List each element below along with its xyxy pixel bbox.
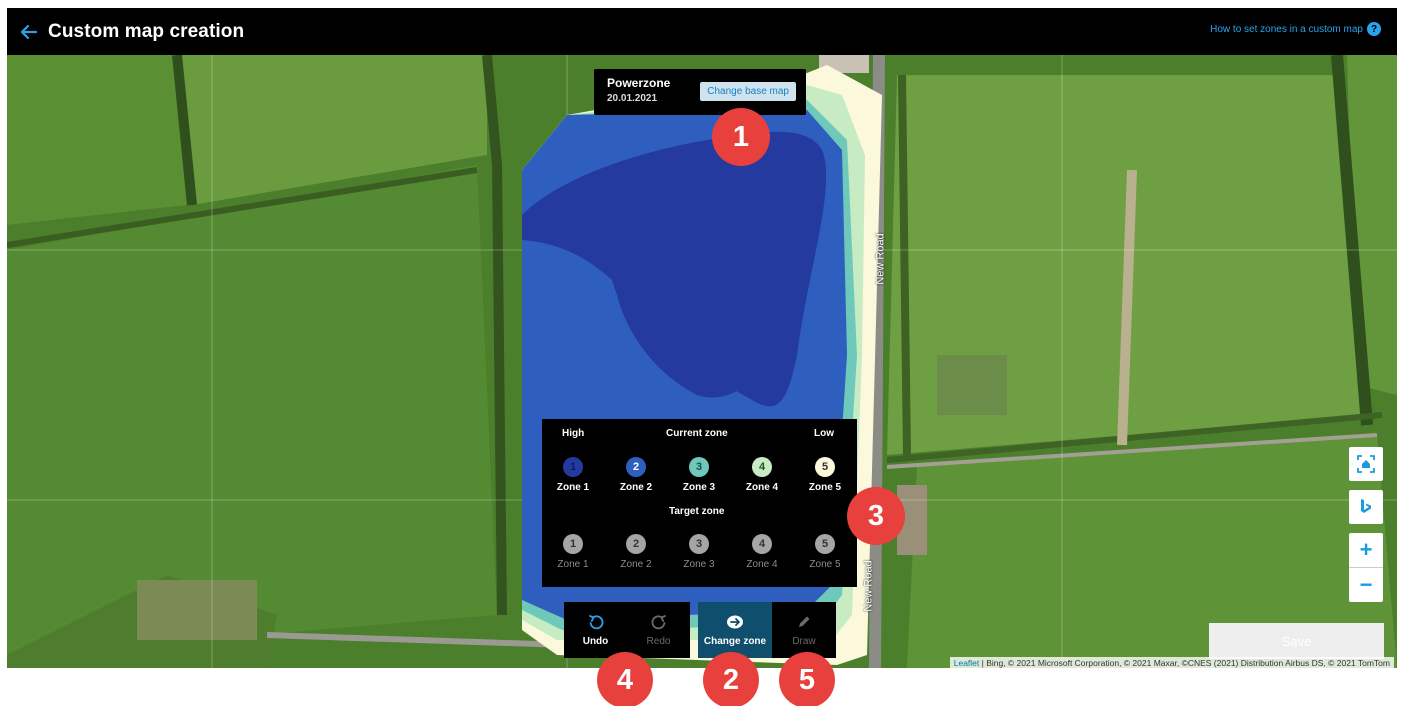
draw-label: Draw <box>792 635 816 647</box>
road-label: New Road <box>862 560 875 612</box>
current-zone-5[interactable]: 5 Zone 5 <box>800 457 850 493</box>
target-zone-4-label: Zone 4 <box>746 559 778 570</box>
attribution-text: | Bing, © 2021 Microsoft Corporation, © … <box>979 658 1390 668</box>
bing-icon <box>1361 499 1371 513</box>
callout-marker-4: 4 <box>597 652 653 706</box>
undo-button[interactable]: Undo <box>564 602 627 658</box>
callout-marker-3: 3 <box>847 487 905 545</box>
change-zone-icon <box>727 615 743 628</box>
target-zone-3-swatch: 3 <box>689 534 709 554</box>
current-zone-2[interactable]: 2 Zone 2 <box>611 457 661 493</box>
target-zone-4-swatch: 4 <box>752 534 772 554</box>
current-zone-1[interactable]: 1 Zone 1 <box>548 457 598 493</box>
save-button[interactable]: Save <box>1209 623 1384 659</box>
zone-3-label: Zone 3 <box>682 482 716 493</box>
tools-group: Change zone Draw <box>698 602 836 658</box>
zone-1-swatch: 1 <box>563 457 583 477</box>
bing-layer-button[interactable] <box>1349 490 1383 524</box>
locate-home-button[interactable] <box>1349 447 1383 481</box>
arrow-left-icon <box>20 24 38 39</box>
target-zone-row: 1 Zone 1 2 Zone 2 3 Zone 3 4 Zone 4 5 Zo… <box>542 534 857 574</box>
page-title: Custom map creation <box>48 20 245 42</box>
target-zone-2-swatch: 2 <box>626 534 646 554</box>
zone-2-label: Zone 2 <box>619 482 653 493</box>
target-zone-3[interactable]: 3 Zone 3 <box>674 534 724 570</box>
target-zone-1-swatch: 1 <box>563 534 583 554</box>
change-zone-label: Change zone <box>703 635 767 647</box>
back-button[interactable] <box>17 20 41 44</box>
map-view[interactable]: New Road New Road Powerzone 20.01.2021 C… <box>7 55 1397 668</box>
zone-panel: High Current zone Low 1 Zone 1 2 Zone 2 … <box>542 419 857 587</box>
low-label: Low <box>814 428 834 439</box>
target-zone-1-label: Zone 1 <box>557 559 589 570</box>
target-zone-2-label: Zone 2 <box>620 559 652 570</box>
app-root: Custom map creation How to set zones in … <box>0 0 1405 706</box>
locate-home-icon <box>1357 455 1375 473</box>
zone-4-label: Zone 4 <box>745 482 779 493</box>
history-group: Undo Redo <box>564 602 690 658</box>
redo-button[interactable]: Redo <box>627 602 690 658</box>
redo-label: Redo <box>646 635 671 647</box>
zone-3-swatch: 3 <box>689 457 709 477</box>
current-zone-3[interactable]: 3 Zone 3 <box>674 457 724 493</box>
zone-4-swatch: 4 <box>752 457 772 477</box>
callout-marker-2: 2 <box>703 652 759 706</box>
target-zone-3-label: Zone 3 <box>683 559 715 570</box>
target-zone-5-swatch: 5 <box>815 534 835 554</box>
current-zone-heading: Current zone <box>666 428 728 439</box>
undo-label: Undo <box>582 635 609 647</box>
target-zone-heading: Target zone <box>669 506 725 517</box>
zone-5-swatch: 5 <box>815 457 835 477</box>
road-label: New Road <box>874 233 887 285</box>
help-link-label: How to set zones in a custom map <box>1210 23 1363 35</box>
zoom-control: + − <box>1349 533 1383 602</box>
target-zone-5[interactable]: 5 Zone 5 <box>800 534 850 570</box>
pencil-icon <box>799 616 810 627</box>
callout-marker-1: 1 <box>712 108 770 166</box>
redo-icon <box>651 614 666 629</box>
current-zone-row: 1 Zone 1 2 Zone 2 3 Zone 3 4 Zone 4 5 Zo… <box>542 457 857 497</box>
target-zone-2[interactable]: 2 Zone 2 <box>611 534 661 570</box>
app-header: Custom map creation How to set zones in … <box>7 8 1397 55</box>
target-zone-5-label: Zone 5 <box>809 559 841 570</box>
help-link[interactable]: How to set zones in a custom map ? <box>1210 22 1381 36</box>
zone-5-label: Zone 5 <box>808 482 842 493</box>
draw-button[interactable]: Draw <box>772 602 836 658</box>
basemap-card: Powerzone 20.01.2021 Change base map <box>594 69 806 115</box>
change-base-map-button[interactable]: Change base map <box>700 82 796 101</box>
target-zone-4[interactable]: 4 Zone 4 <box>737 534 787 570</box>
zone-2-swatch: 2 <box>626 457 646 477</box>
undo-icon <box>588 614 603 629</box>
zoom-out-button[interactable]: − <box>1349 568 1383 602</box>
edit-toolbar: Undo Redo Change zone Draw <box>564 602 836 658</box>
high-label: High <box>562 428 585 439</box>
zoom-in-button[interactable]: + <box>1349 533 1383 567</box>
callout-marker-5: 5 <box>779 652 835 706</box>
zone-1-label: Zone 1 <box>556 482 590 493</box>
change-zone-button[interactable]: Change zone <box>698 602 772 658</box>
help-icon: ? <box>1367 22 1381 36</box>
leaflet-link[interactable]: Leaflet <box>954 658 980 668</box>
target-zone-1[interactable]: 1 Zone 1 <box>548 534 598 570</box>
map-attribution: Leaflet | Bing, © 2021 Microsoft Corpora… <box>949 657 1394 668</box>
current-zone-4[interactable]: 4 Zone 4 <box>737 457 787 493</box>
